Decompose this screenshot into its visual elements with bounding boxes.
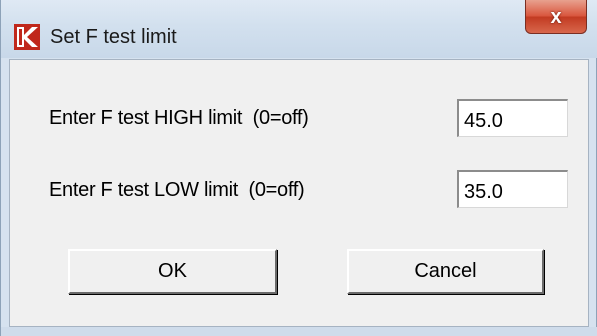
close-icon: x — [550, 5, 562, 28]
close-button[interactable]: x — [525, 0, 587, 34]
low-limit-label: Enter F test LOW limit (0=off) — [49, 179, 305, 201]
ok-button[interactable]: OK — [68, 249, 277, 294]
app-logo-icon — [14, 24, 40, 50]
high-limit-input[interactable] — [457, 99, 568, 137]
window-title: Set F test limit — [50, 26, 177, 48]
high-limit-label: Enter F test HIGH limit (0=off) — [49, 107, 309, 129]
window-bottom-frame — [1, 327, 597, 336]
dialog-body: Enter F test HIGH limit (0=off) Enter F … — [9, 59, 589, 327]
low-limit-input[interactable] — [457, 170, 568, 208]
title-bar[interactable]: Set F test limit x — [1, 0, 597, 58]
dialog-window: Set F test limit x Enter F test HIGH lim… — [0, 0, 597, 336]
cancel-button[interactable]: Cancel — [347, 249, 544, 294]
